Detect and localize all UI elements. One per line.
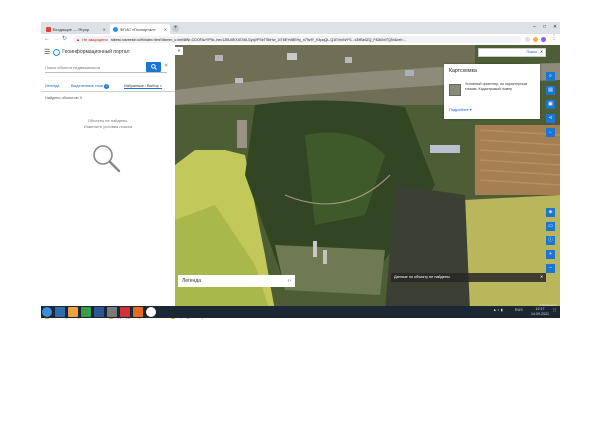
tab-label: ФГИС «Геопортал» [120, 26, 156, 32]
menu-dots-icon[interactable]: ⋮ [551, 35, 557, 42]
folder-icon[interactable] [68, 307, 78, 317]
extension-icon[interactable] [525, 37, 530, 42]
security-label: Не защищено [81, 37, 108, 42]
tab-legend-label: Легенда [45, 84, 60, 88]
print-tool-button[interactable]: ▭ [546, 222, 555, 231]
info-tool-button[interactable]: ⓘ [546, 236, 555, 245]
toast-text: Данные по объекту не найдены [394, 275, 450, 279]
browser-tab-strip: Входящие — Ягуар ✕ ФГИС «Геопортал» ✕ + … [41, 22, 560, 34]
url-text[interactable]: rdbest.rosreestr.ru/fr/index.html?dbmm_c… [111, 38, 518, 42]
empty-state-message: Объекты не найдены. Измените условия пои… [41, 118, 175, 130]
tab-favorites[interactable]: Избранные / Выбор × [124, 84, 162, 89]
geoportal-logo-icon [53, 48, 61, 56]
tab-close-icon[interactable]: ✕ [103, 27, 106, 32]
search-button[interactable] [146, 62, 161, 72]
tab-legend[interactable]: Легенда [45, 84, 59, 88]
minimize-icon[interactable]: – [533, 24, 536, 30]
tab-favorites-label: Избранные / Выбор × [124, 84, 162, 88]
bookmark-star-icon[interactable] [533, 37, 538, 42]
forward-icon[interactable]: → [53, 36, 59, 43]
layers-count-badge: 2 [104, 84, 110, 89]
zoom-out-button[interactable]: – [546, 264, 555, 273]
mail-favicon-icon [46, 26, 51, 32]
maximize-icon[interactable]: □ [543, 24, 546, 30]
word-icon[interactable] [94, 307, 104, 317]
app-header: ☰ Геоинформационный портал [44, 48, 130, 56]
chrome-icon[interactable] [146, 307, 156, 317]
tray-icons[interactable]: ▲ ◐ ▮ [493, 308, 503, 312]
clear-search-icon[interactable]: ✕ [164, 63, 168, 69]
search-panel: ☰ Геоинформационный портал ✕ Легенда Выд… [41, 45, 175, 311]
tab-selected-layers-label: Выделенные слои [71, 84, 104, 88]
search-input[interactable] [45, 63, 143, 71]
legend-toggle-icon[interactable]: ‹› [288, 278, 291, 284]
legend-bar[interactable]: Легенда ‹› [178, 275, 295, 287]
object-info-card: Картсхемка Условный ориентир, по характе… [444, 64, 540, 119]
tab-close-icon[interactable]: ✕ [164, 27, 167, 32]
notifications-icon[interactable]: ▢ [553, 308, 556, 312]
geoportal-favicon-icon [113, 26, 118, 32]
map-search-tool-button[interactable]: ⌕ [546, 72, 555, 81]
close-window-icon[interactable]: ✕ [553, 24, 557, 30]
reload-icon[interactable]: ↻ [62, 36, 67, 43]
tab-selected-layers[interactable]: Выделенные слои 2 [71, 84, 110, 89]
hamburger-menu-icon[interactable]: ☰ [44, 48, 50, 56]
search-icon [150, 64, 157, 70]
search-row: ✕ [45, 62, 168, 73]
windows-taskbar: ▲ ◐ ▮ RUS 12:17 14.09.2021 ▢ [41, 306, 560, 318]
tray-date: 14.09.2021 [531, 311, 549, 316]
back-icon[interactable]: ← [44, 36, 50, 43]
toast-close-icon[interactable]: ✕ [540, 273, 543, 282]
map-search-text: Поиск [526, 50, 537, 54]
profile-avatar-icon[interactable] [541, 37, 546, 42]
info-card-description: Условный ориентир, по характерным точкам… [465, 82, 528, 91]
address-bar[interactable]: ▲ Не защищено rdbest.rosreestr.ru/fr/ind… [73, 36, 521, 43]
info-card-more-link[interactable]: Подробнее ▾ [449, 107, 472, 112]
zoom-in-button[interactable]: + [546, 250, 555, 259]
new-tab-button[interactable]: + [172, 25, 179, 32]
browser-tab[interactable]: Входящие — Ягуар ✕ [43, 24, 109, 34]
screen: Входящие — Ягуар ✕ ФГИС «Геопортал» ✕ + … [41, 22, 560, 320]
skype-icon[interactable] [107, 307, 117, 317]
info-card-title: Картсхемка [449, 68, 477, 74]
tray-clock[interactable]: 12:17 14.09.2021 [531, 307, 549, 316]
firefox-icon[interactable] [133, 307, 143, 317]
toast-notification: Данные по объекту не найдены ✕ [391, 273, 546, 282]
panel-tabs: Легенда Выделенные слои 2 Избранные / Выб… [41, 83, 175, 92]
back-tool-button[interactable]: ← [546, 128, 555, 137]
found-count: Найдено объектов: 0 [45, 96, 82, 100]
legend-label: Легенда [182, 278, 202, 284]
layers-tool-button[interactable]: ▤ [546, 86, 555, 95]
start-button-icon[interactable] [42, 307, 52, 317]
satellite-map[interactable]: « Поиск ✕ Картсхемка Условный ориентир, … [175, 45, 560, 311]
excel-icon[interactable] [81, 307, 91, 317]
share-tool-button[interactable]: ⋖ [546, 114, 555, 123]
empty-state-line: Измените условия поиска [83, 124, 133, 129]
app-title: Геоинформационный портал [62, 49, 130, 55]
map-search-box[interactable]: Поиск ✕ [478, 48, 546, 57]
ie-icon[interactable] [55, 307, 65, 317]
info-card-thumbnail[interactable] [449, 84, 461, 96]
tray-language[interactable]: RUS [515, 308, 523, 312]
collapse-panel-button[interactable]: « [175, 47, 183, 55]
browser-tab-active[interactable]: ФГИС «Геопортал» ✕ [110, 24, 170, 34]
yandex-icon[interactable] [120, 307, 130, 317]
warning-icon: ▲ [76, 37, 80, 42]
magnifier-icon [93, 145, 121, 173]
locate-tool-button[interactable]: ◈ [546, 208, 555, 217]
map-search-close-icon[interactable]: ✕ [540, 49, 543, 56]
measure-tool-button[interactable]: ▣ [546, 100, 555, 109]
tab-label: Входящие — Ягуар [53, 26, 89, 32]
